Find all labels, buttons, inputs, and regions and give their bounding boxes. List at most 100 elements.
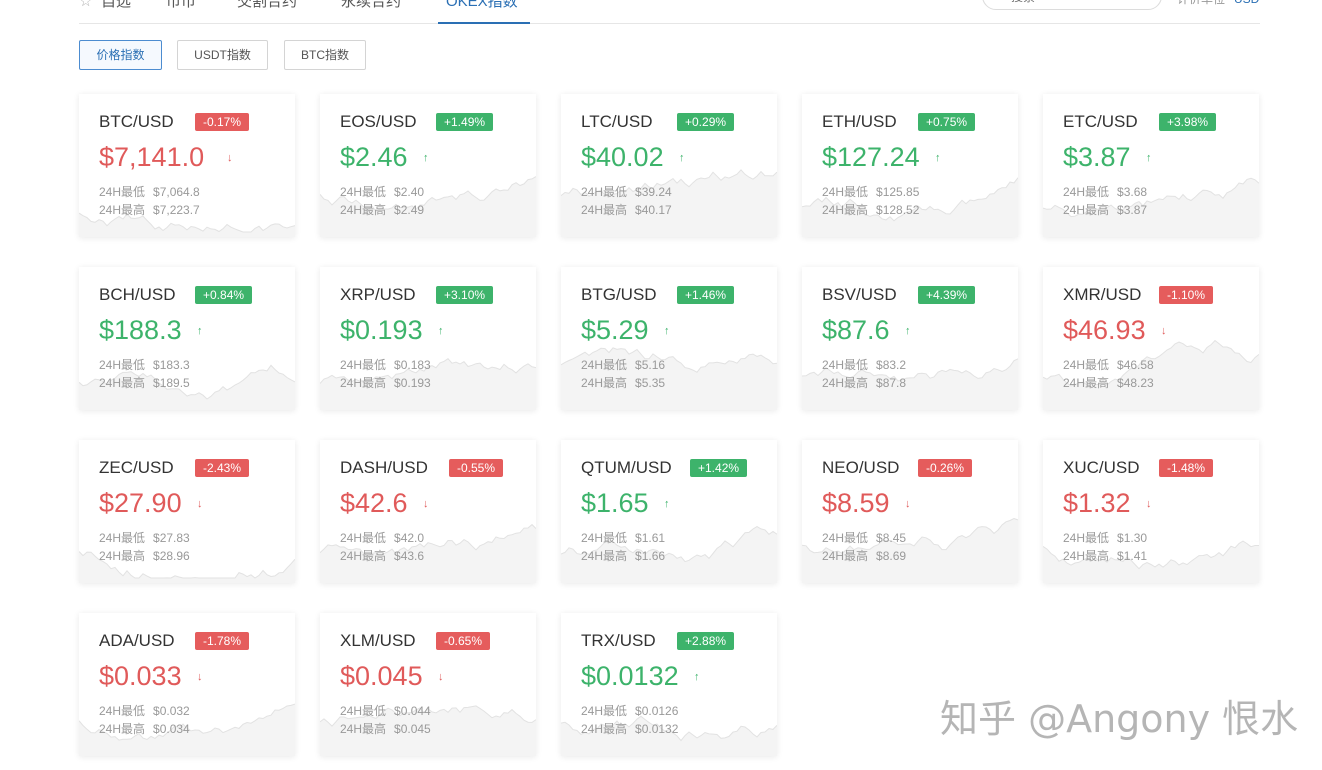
unit-selector[interactable]: USD: [1234, 0, 1259, 10]
arrow-up-icon: ↑: [438, 325, 444, 337]
stat-low: 24H最低 $83.2: [822, 356, 906, 373]
stat-low-label: 24H最低: [1063, 531, 1110, 545]
pair-name: ZEC/USD: [99, 458, 174, 477]
stat-low-value: $0.044: [394, 704, 431, 718]
index-card[interactable]: XMR/USD -1.10% $46.93 ↓ 24H最低 $46.58 24H最高 $48.…: [1043, 267, 1259, 410]
index-card[interactable]: XUC/USD -1.48% $1.32 ↓ 24H最低 $1.30 24H最高 $1.41: [1043, 440, 1259, 583]
pair-name: NEO/USD: [822, 458, 900, 477]
arrow-up-icon: ↑: [905, 325, 911, 337]
stat-high: 24H最高 $1.66: [581, 547, 665, 564]
index-card[interactable]: BTC/USD -0.17% $7,141.0 ↓ 24H最低 $7,064.8 24H最高…: [79, 94, 295, 237]
index-card[interactable]: DASH/USD -0.55% $42.6 ↓ 24H最低 $42.0 24H最高 $43.6: [320, 440, 536, 583]
pair-name: EOS/USD: [340, 112, 417, 131]
stat-high-label: 24H最高: [581, 376, 628, 390]
index-card[interactable]: BSV/USD +4.39% $87.6 ↑ 24H最低 $83.2 24H最高 $87.8: [802, 267, 1018, 410]
change-badge: +1.46%: [677, 286, 735, 304]
stat-high: 24H最高 $1.41: [1063, 547, 1147, 564]
star-icon[interactable]: ☆: [79, 0, 92, 10]
price-value: $3.87: [1063, 142, 1131, 172]
arrow-up-icon: ↑: [664, 325, 670, 337]
stat-high: 24H最高 $189.5: [99, 374, 190, 391]
stat-high-value: $87.8: [876, 376, 907, 390]
change-badge: +3.98%: [1159, 113, 1217, 131]
stat-low: 24H最低 $0.032: [99, 702, 190, 719]
stat-low-label: 24H最低: [1063, 358, 1110, 372]
stat-low: 24H最低 $46.58: [1063, 356, 1154, 373]
index-card[interactable]: ZEC/USD -2.43% $27.90 ↓ 24H最低 $27.83 24H最高 $28.…: [79, 440, 295, 583]
index-card[interactable]: ADA/USD -1.78% $0.033 ↓ 24H最低 $0.032 24H最高 $0.0…: [79, 613, 295, 756]
change-badge: -1.78%: [195, 632, 250, 650]
search-input[interactable]: [1011, 0, 1151, 5]
stat-low-value: $42.0: [394, 531, 425, 545]
stat-low-value: $8.45: [876, 531, 907, 545]
stat-low-label: 24H最低: [99, 185, 146, 199]
stat-high: 24H最高 $2.49: [340, 201, 424, 218]
stat-low: 24H最低 $7,064.8: [99, 183, 200, 200]
subtab-price-index[interactable]: 价格指数: [79, 40, 162, 70]
price-value: $87.6: [822, 315, 890, 345]
stat-low: 24H最低 $0.183: [340, 356, 431, 373]
stat-low: 24H最低 $0.044: [340, 702, 431, 719]
index-card[interactable]: TRX/USD +2.88% $0.0132 ↑ 24H最低 $0.0126 24H最高 $0…: [561, 613, 777, 756]
arrow-down-icon: ↓: [1146, 498, 1152, 510]
arrow-up-icon: ↑: [694, 671, 700, 683]
tab-favorites[interactable]: 自选: [101, 0, 131, 24]
stat-low-value: $0.183: [394, 358, 431, 372]
stat-low: 24H最低 $2.40: [340, 183, 424, 200]
arrow-down-icon: ↓: [423, 498, 429, 510]
index-card[interactable]: XRP/USD +3.10% $0.193 ↑ 24H最低 $0.183 24H最高 $0.1…: [320, 267, 536, 410]
stat-low-label: 24H最低: [99, 531, 146, 545]
stat-high-value: $5.35: [635, 376, 666, 390]
stat-low: 24H最低 $5.16: [581, 356, 665, 373]
stat-high: 24H最高 $3.87: [1063, 201, 1147, 218]
index-card[interactable]: ETC/USD +3.98% $3.87 ↑ 24H最低 $3.68 24H最高 $3.87: [1043, 94, 1259, 237]
arrow-up-icon: ↑: [679, 152, 685, 164]
price-value: $1.65: [581, 488, 649, 518]
index-card[interactable]: NEO/USD -0.26% $8.59 ↓ 24H最低 $8.45 24H最高 $8.69: [802, 440, 1018, 583]
tab-okex-index[interactable]: OKEX指数: [446, 0, 518, 24]
stat-high-value: $3.87: [1117, 203, 1148, 217]
stat-high-value: $28.96: [153, 549, 190, 563]
pair-name: XMR/USD: [1063, 285, 1142, 304]
index-card[interactable]: LTC/USD +0.29% $40.02 ↑ 24H最低 $39.24 24H最高 $40.…: [561, 94, 777, 237]
stat-high-label: 24H最高: [581, 549, 628, 563]
stat-high: 24H最高 $40.17: [581, 201, 672, 218]
index-card[interactable]: BCH/USD +0.84% $188.3 ↑ 24H最低 $183.3 24H最高 $189…: [79, 267, 295, 410]
price-value: $27.90: [99, 488, 182, 518]
stat-low-value: $1.61: [635, 531, 666, 545]
stat-high-label: 24H最高: [99, 722, 146, 736]
stat-low-label: 24H最低: [581, 358, 628, 372]
tab-spot[interactable]: 币币: [166, 0, 196, 24]
price-value: $46.93: [1063, 315, 1146, 345]
stat-low: 24H最低 $8.45: [822, 529, 906, 546]
pair-name: BTC/USD: [99, 112, 174, 131]
pair-name: BSV/USD: [822, 285, 897, 304]
index-card[interactable]: EOS/USD +1.49% $2.46 ↑ 24H最低 $2.40 24H最高 $2.49: [320, 94, 536, 237]
tab-perpetual[interactable]: 永续合约: [341, 0, 401, 24]
unit-label: 计价单位: [1177, 0, 1225, 10]
change-badge: +0.75%: [918, 113, 976, 131]
change-badge: +0.84%: [195, 286, 253, 304]
stat-low-value: $0.032: [153, 704, 190, 718]
change-badge: -1.48%: [1159, 459, 1214, 477]
stat-high: 24H最高 $128.52: [822, 201, 919, 218]
index-card[interactable]: BTG/USD +1.46% $5.29 ↑ 24H最低 $5.16 24H最高 $5.35: [561, 267, 777, 410]
subtab-btc-index[interactable]: BTC指数: [284, 40, 366, 70]
arrow-down-icon: ↓: [905, 498, 911, 510]
pair-name: DASH/USD: [340, 458, 428, 477]
subtab-usdt-index[interactable]: USDT指数: [177, 40, 268, 70]
stat-low-label: 24H最低: [99, 704, 146, 718]
change-badge: -0.65%: [436, 632, 491, 650]
price-value: $0.033: [99, 661, 182, 691]
search-box[interactable]: [982, 0, 1162, 10]
index-card[interactable]: ETH/USD +0.75% $127.24 ↑ 24H最低 $125.85 24H最高 $1…: [802, 94, 1018, 237]
stat-low-label: 24H最低: [1063, 185, 1110, 199]
stat-low: 24H最低 $42.0: [340, 529, 424, 546]
index-card[interactable]: QTUM/USD +1.42% $1.65 ↑ 24H最低 $1.61 24H最高 $1.66: [561, 440, 777, 583]
stat-high: 24H最高 $0.045: [340, 720, 431, 737]
index-card[interactable]: XLM/USD -0.65% $0.045 ↓ 24H最低 $0.044 24H最高 $0.0…: [320, 613, 536, 756]
arrow-down-icon: ↓: [197, 498, 203, 510]
stat-low-value: $1.30: [1117, 531, 1148, 545]
stat-high-label: 24H最高: [340, 549, 387, 563]
tab-futures[interactable]: 交割合约: [237, 0, 297, 24]
